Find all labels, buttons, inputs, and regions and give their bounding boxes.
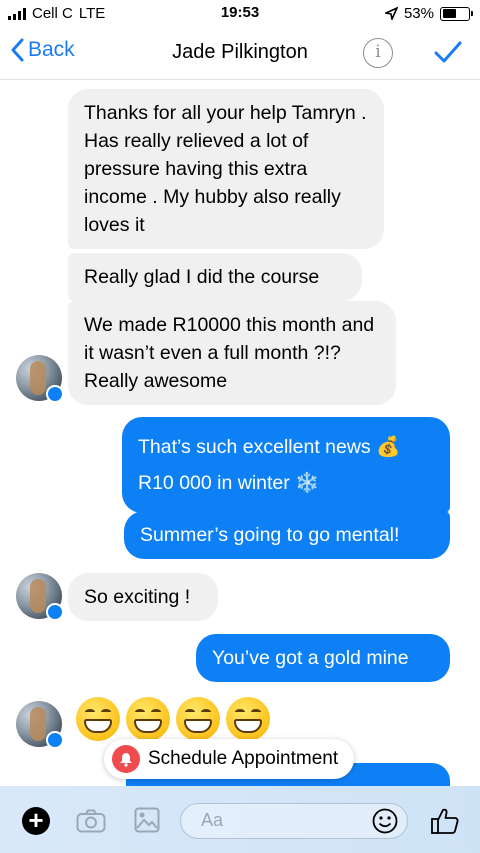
avatar[interactable]	[16, 701, 64, 749]
avatar[interactable]	[16, 355, 64, 403]
message-incoming[interactable]: Really glad I did the course	[68, 253, 362, 301]
message-outgoing[interactable]: Summer’s going to go mental!	[124, 511, 450, 559]
thumbs-up-icon[interactable]	[430, 806, 460, 836]
message-text: So exciting !	[84, 586, 191, 608]
grinning-emoji-icon	[76, 697, 120, 741]
messenger-badge-icon	[46, 385, 64, 403]
message-text: We made R10000 this month and it wasn’t …	[84, 314, 375, 392]
grinning-emoji-icon	[176, 697, 220, 741]
message-text: Summer’s going to go mental!	[140, 524, 400, 546]
conversation-title: Jade Pilkington	[172, 41, 308, 63]
message-incoming[interactable]: We made R10000 this month and it wasn’t …	[68, 301, 396, 405]
schedule-appointment-button[interactable]: Schedule Appointment	[104, 739, 355, 779]
message-text: You’ve got a gold mine	[212, 647, 409, 669]
message-outgoing[interactable]: That’s such excellent news 💰 R10 000 in …	[122, 417, 450, 513]
plus-icon[interactable]: +	[22, 807, 50, 835]
message-incoming[interactable]: So exciting !	[68, 573, 218, 621]
message-text: That’s such excellent news 💰 R10 000 in …	[138, 436, 401, 494]
grinning-emoji-icon	[126, 697, 170, 741]
gallery-icon[interactable]	[134, 807, 160, 833]
composer-bar: + Aa	[0, 786, 480, 853]
message-incoming[interactable]: Thanks for all your help Tamryn . Has re…	[68, 89, 384, 249]
battery-fill	[442, 9, 456, 18]
message-thread[interactable]: Thanks for all your help Tamryn . Has re…	[0, 81, 480, 786]
messenger-badge-icon	[46, 731, 64, 749]
emoji-message[interactable]: 😁😁😁😁	[70, 697, 270, 741]
status-bar: Cell C LTE 19:53 53%	[0, 0, 480, 28]
status-right: 53%	[384, 5, 473, 22]
nav-bar: Back Jade Pilkington i	[0, 28, 480, 80]
schedule-label: Schedule Appointment	[148, 748, 339, 769]
battery-icon	[440, 6, 473, 21]
message-text: Thanks for all your help Tamryn . Has re…	[84, 102, 367, 236]
emoji-icon[interactable]	[372, 808, 398, 834]
avatar[interactable]	[16, 573, 64, 621]
battery-percent: 53%	[403, 5, 434, 22]
checkmark-icon[interactable]	[434, 40, 462, 64]
location-arrow-icon	[384, 7, 398, 20]
info-icon[interactable]: i	[363, 38, 393, 68]
bell-icon	[112, 745, 140, 773]
grinning-emoji-icon	[226, 697, 270, 741]
message-text: Really glad I did the course	[84, 266, 320, 288]
messenger-badge-icon	[46, 603, 64, 621]
message-outgoing[interactable]: You’ve got a gold mine	[196, 634, 450, 682]
camera-icon[interactable]	[76, 809, 106, 833]
